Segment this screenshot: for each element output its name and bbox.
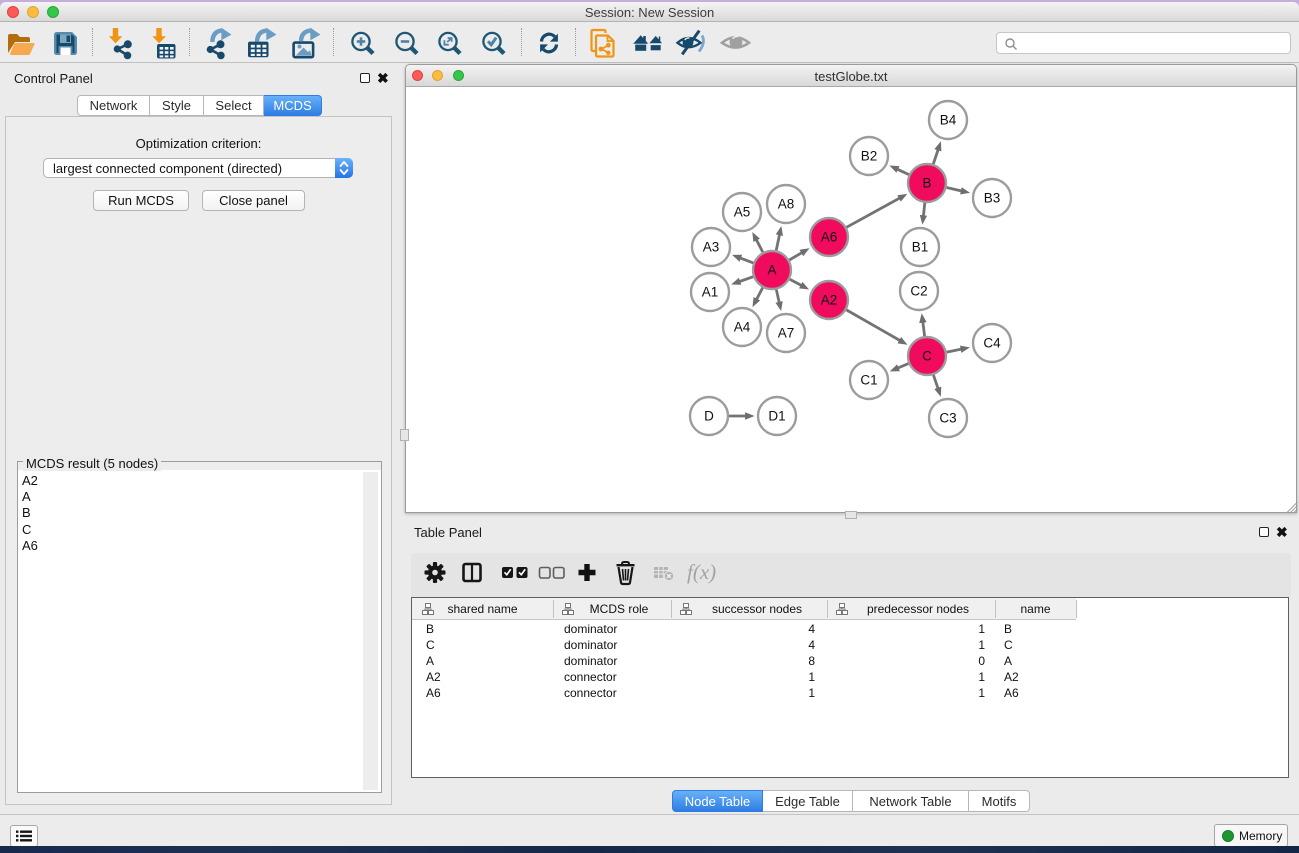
svg-text:A5: A5 [734,205,751,220]
svg-text:B: B [922,176,931,191]
svg-text:D1: D1 [768,409,785,424]
svg-text:B2: B2 [861,149,878,164]
svg-text:C1: C1 [860,373,877,388]
svg-text:B3: B3 [984,191,1001,206]
svg-text:A6: A6 [821,230,838,245]
svg-text:A1: A1 [702,285,719,300]
svg-text:f(x): f(x) [687,560,716,584]
svg-text:C: C [922,349,932,364]
svg-text:C3: C3 [939,411,956,426]
svg-text:A7: A7 [778,326,795,341]
svg-text:A8: A8 [778,197,795,212]
svg-text:B4: B4 [940,113,957,128]
svg-text:B1: B1 [912,240,929,255]
svg-text:D: D [704,409,714,424]
svg-text:C2: C2 [910,284,927,299]
svg-text:A: A [767,263,776,278]
svg-text:A4: A4 [734,320,751,335]
svg-text:A2: A2 [821,293,838,308]
svg-text:C4: C4 [983,336,1001,351]
svg-text:A3: A3 [703,240,720,255]
